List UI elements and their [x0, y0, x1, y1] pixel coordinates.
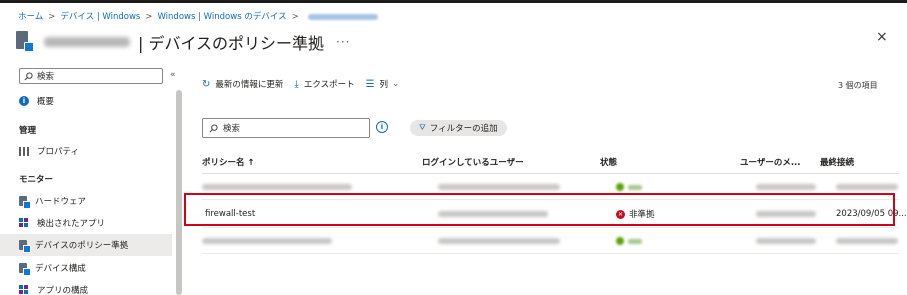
- sidebar-item-label: プロパティ: [37, 147, 79, 157]
- breadcrumb-separator: >: [145, 12, 153, 22]
- download-icon: ⤓: [294, 78, 299, 90]
- top-bar: [0, 0, 907, 3]
- sidebar-item-overview[interactable]: i 概要: [0, 90, 172, 112]
- collapse-sidebar-button[interactable]: «: [170, 70, 176, 80]
- sidebar-item-device-compliance[interactable]: デバイスのポリシー準拠: [0, 234, 172, 256]
- sidebar: 検索 « i 概要 管理 プロパティ モニター ハードウェア 検出されたアプリ …: [0, 64, 186, 295]
- section-manage-heading: 管理: [19, 126, 37, 136]
- toolbar: ↻ 最新の情報に更新 ⤓ エクスポート ☰ 列 ⌄: [202, 78, 410, 91]
- search-icon: [24, 71, 33, 80]
- info-icon: i: [19, 96, 29, 106]
- sidebar-item-discovered-apps[interactable]: 検出されたアプリ: [0, 212, 172, 234]
- search-placeholder: 検索: [223, 124, 241, 134]
- breadcrumb-separator: >: [291, 12, 299, 22]
- hardware-icon: [19, 196, 31, 209]
- highlight-box: [184, 193, 895, 226]
- success-icon: [616, 183, 624, 191]
- breadcrumb-device-redacted[interactable]: [307, 13, 378, 20]
- more-options-button[interactable]: ···: [336, 35, 350, 49]
- column-header-logged-in-user[interactable]: ログインしているユーザー: [422, 156, 524, 168]
- page-header: | デバイスのポリシー準拠 ···: [16, 28, 350, 56]
- section-monitor-heading: モニター: [19, 175, 54, 185]
- breadcrumb-windows-devices[interactable]: Windows | Windows のデバイス: [157, 12, 286, 22]
- status-compliant-redacted: [616, 228, 642, 254]
- success-icon: [616, 237, 624, 245]
- policy-name-redacted: [202, 228, 332, 254]
- columns-button[interactable]: ☰ 列 ⌄: [365, 78, 400, 91]
- sidebar-item-label: 概要: [37, 97, 55, 107]
- add-filter-label: フィルターの追加: [429, 124, 498, 134]
- sidebar-item-label: デバイスのポリシー準拠: [35, 241, 129, 251]
- sidebar-scrollbar[interactable]: [176, 90, 182, 295]
- device-compliance-icon: [16, 31, 34, 53]
- email-redacted: [756, 228, 816, 254]
- breadcrumb-home[interactable]: ホーム: [18, 12, 43, 22]
- sidebar-item-label: アプリの構成: [37, 286, 89, 295]
- search-input[interactable]: 検索: [202, 118, 370, 138]
- breadcrumb: ホーム > デバイス | Windows > Windows | Windows のデバ…: [18, 10, 378, 22]
- refresh-label: 最新の情報に更新: [215, 80, 284, 90]
- column-header-user-email[interactable]: ユーザーのメ...: [740, 156, 801, 168]
- sidebar-item-properties[interactable]: プロパティ: [0, 140, 172, 162]
- info-icon[interactable]: i: [376, 121, 388, 133]
- chevron-down-icon: ⌄: [392, 79, 400, 89]
- page-title: | デバイスのポリシー準拠: [138, 34, 324, 53]
- export-label: エクスポート: [303, 80, 355, 90]
- refresh-button[interactable]: ↻ 最新の情報に更新: [202, 78, 284, 91]
- apps-icon: [19, 218, 29, 228]
- sidebar-search-placeholder: 検索: [37, 72, 55, 82]
- sidebar-search-input[interactable]: 検索: [19, 68, 163, 84]
- table-row[interactable]: [202, 228, 899, 254]
- export-button[interactable]: ⤓ エクスポート: [294, 78, 355, 91]
- sidebar-item-label: デバイス構成: [35, 264, 86, 274]
- main-content: ↻ 最新の情報に更新 ⤓ エクスポート ☰ 列 ⌄ 3 個の項目 検索 i ⛛ …: [186, 64, 907, 295]
- refresh-icon: ↻: [202, 78, 211, 90]
- column-header-status[interactable]: 状態: [600, 156, 617, 168]
- device-configuration-icon: [19, 263, 31, 276]
- breadcrumb-separator: >: [48, 12, 56, 22]
- sidebar-item-label: ハードウェア: [35, 197, 87, 207]
- columns-label: 列: [379, 80, 389, 90]
- properties-icon: [19, 146, 29, 156]
- columns-icon: ☰: [365, 78, 375, 90]
- sidebar-item-label: 検出されたアプリ: [37, 219, 106, 229]
- add-filter-button[interactable]: ⛛ フィルターの追加: [410, 120, 507, 136]
- sidebar-item-device-configuration[interactable]: デバイス構成: [0, 257, 172, 279]
- close-button[interactable]: ×: [876, 29, 888, 45]
- item-count: 3 個の項目: [838, 81, 878, 90]
- filter-icon: ⛛: [419, 123, 426, 132]
- user-redacted: [438, 228, 560, 254]
- device-compliance-icon: [19, 240, 31, 253]
- breadcrumb-devices-windows[interactable]: デバイス | Windows: [60, 12, 140, 22]
- app-configuration-icon: [19, 285, 29, 295]
- column-header-last-contact[interactable]: 最終接続: [820, 156, 854, 168]
- search-icon: [209, 123, 218, 132]
- device-name-redacted: [44, 37, 130, 47]
- sidebar-item-hardware[interactable]: ハードウェア: [0, 190, 172, 212]
- last-contact-redacted: [836, 228, 898, 254]
- column-header-policy-name[interactable]: ポリシー名 ↑: [202, 156, 255, 168]
- sidebar-item-app-configuration[interactable]: アプリの構成: [0, 279, 172, 295]
